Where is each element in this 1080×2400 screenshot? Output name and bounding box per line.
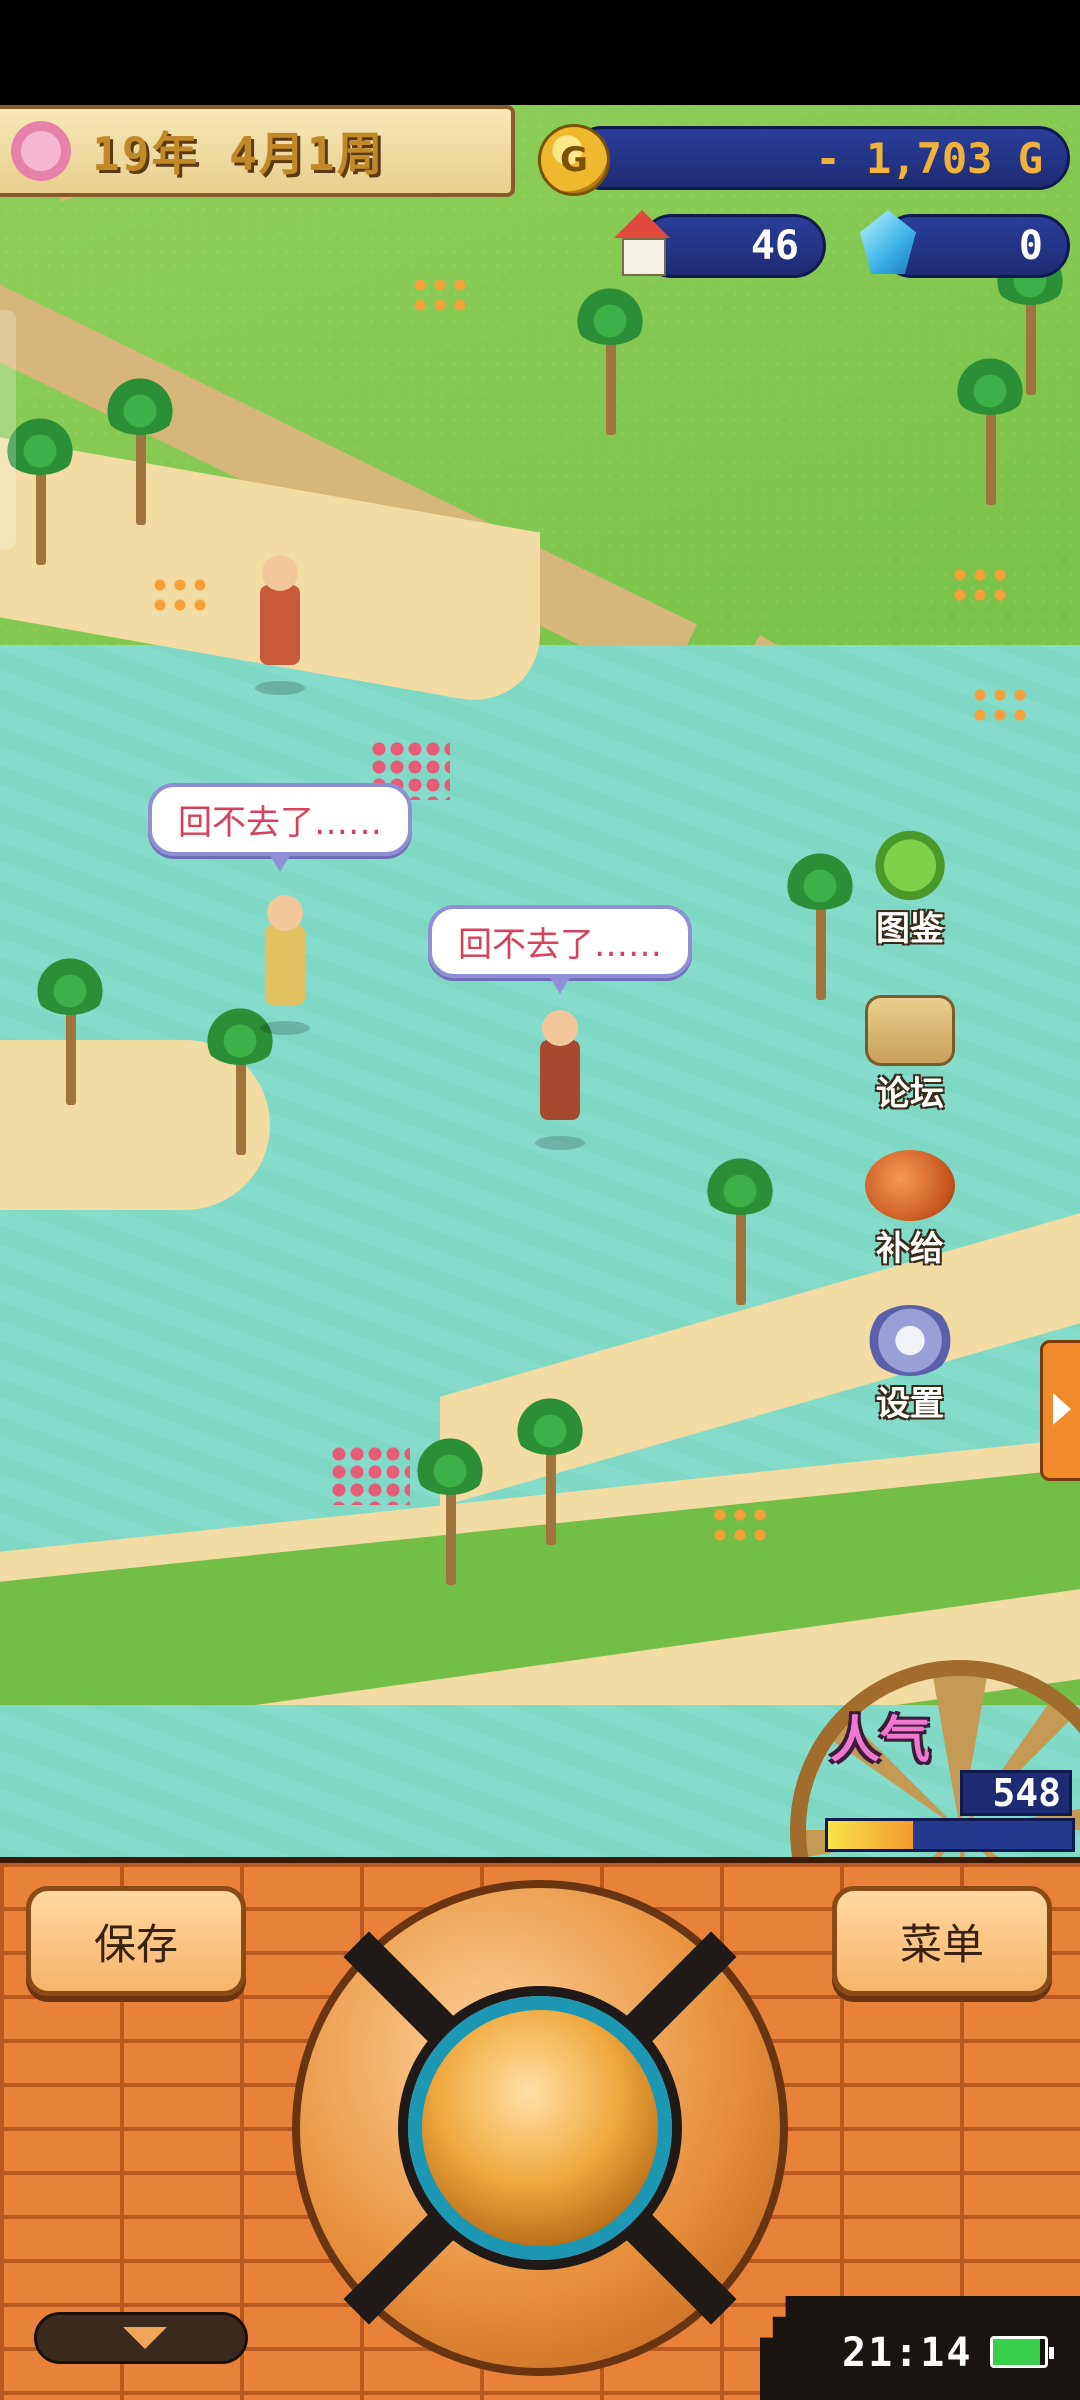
meat-icon bbox=[865, 1150, 955, 1221]
popularity-bar-fill bbox=[828, 1821, 914, 1849]
monster-book-icon bbox=[865, 830, 955, 901]
adventurer-npc[interactable] bbox=[250, 885, 320, 1035]
money-panel: - 1,703 G bbox=[570, 126, 1070, 190]
speech-bubble: 回不去了…… bbox=[428, 905, 692, 994]
flower-patch bbox=[410, 275, 470, 315]
palm-tree bbox=[30, 955, 110, 1105]
supply-button[interactable]: 补给 bbox=[850, 1150, 970, 1270]
popularity-value: 548 bbox=[960, 1770, 1072, 1816]
left-edge-handle[interactable] bbox=[0, 310, 16, 550]
palm-tree bbox=[570, 285, 650, 435]
direction-pad[interactable] bbox=[292, 1880, 788, 2376]
forum-button[interactable]: 论坛 bbox=[850, 995, 970, 1115]
expand-side-menu-tab[interactable] bbox=[1040, 1340, 1080, 1481]
speech-bubble: 回不去了…… bbox=[148, 783, 412, 872]
flower-patch bbox=[970, 685, 1030, 725]
palm-tree bbox=[100, 375, 180, 525]
settings-button[interactable]: 设置 bbox=[850, 1305, 970, 1425]
save-button[interactable]: 保存 bbox=[26, 1886, 246, 1996]
coral bbox=[330, 1445, 410, 1505]
date-panel: 19年 4月1周 bbox=[0, 105, 515, 197]
flower-patch bbox=[710, 1505, 770, 1545]
battery-level bbox=[993, 2339, 1040, 2365]
clock-text: 21:14 bbox=[842, 2330, 973, 2376]
money-value: - 1,703 G bbox=[815, 133, 1043, 183]
palm-tree bbox=[700, 1155, 780, 1305]
flower-icon bbox=[6, 116, 76, 186]
palm-tree bbox=[410, 1435, 490, 1585]
population-value: 46 bbox=[750, 223, 799, 269]
world-map[interactable]: 回不去了…… 回不去了…… bbox=[0, 105, 1080, 1857]
adventurer-npc[interactable] bbox=[245, 545, 315, 695]
popularity-bar bbox=[825, 1818, 1075, 1852]
palm-tree bbox=[510, 1395, 590, 1545]
crystal-value: 0 bbox=[1018, 223, 1043, 269]
menu-button[interactable]: 菜单 bbox=[832, 1886, 1052, 1996]
popularity-label: 人气 bbox=[830, 1711, 930, 1769]
adventurer-npc[interactable] bbox=[525, 1000, 595, 1150]
gear-icon bbox=[865, 1305, 955, 1376]
coin-icon: G bbox=[538, 124, 610, 196]
date-text: 19年 4月1周 bbox=[92, 127, 385, 181]
dpad-center-button[interactable] bbox=[408, 1996, 672, 2260]
palm-tree bbox=[780, 850, 860, 1000]
quill-scroll-icon bbox=[865, 995, 955, 1066]
collapse-panel-button[interactable] bbox=[34, 2312, 248, 2364]
flower-patch bbox=[150, 575, 210, 615]
battery-icon bbox=[990, 2336, 1054, 2368]
encyclopedia-button[interactable]: 图鉴 bbox=[850, 830, 970, 950]
house-icon bbox=[610, 210, 674, 276]
flower-patch bbox=[950, 565, 1010, 605]
